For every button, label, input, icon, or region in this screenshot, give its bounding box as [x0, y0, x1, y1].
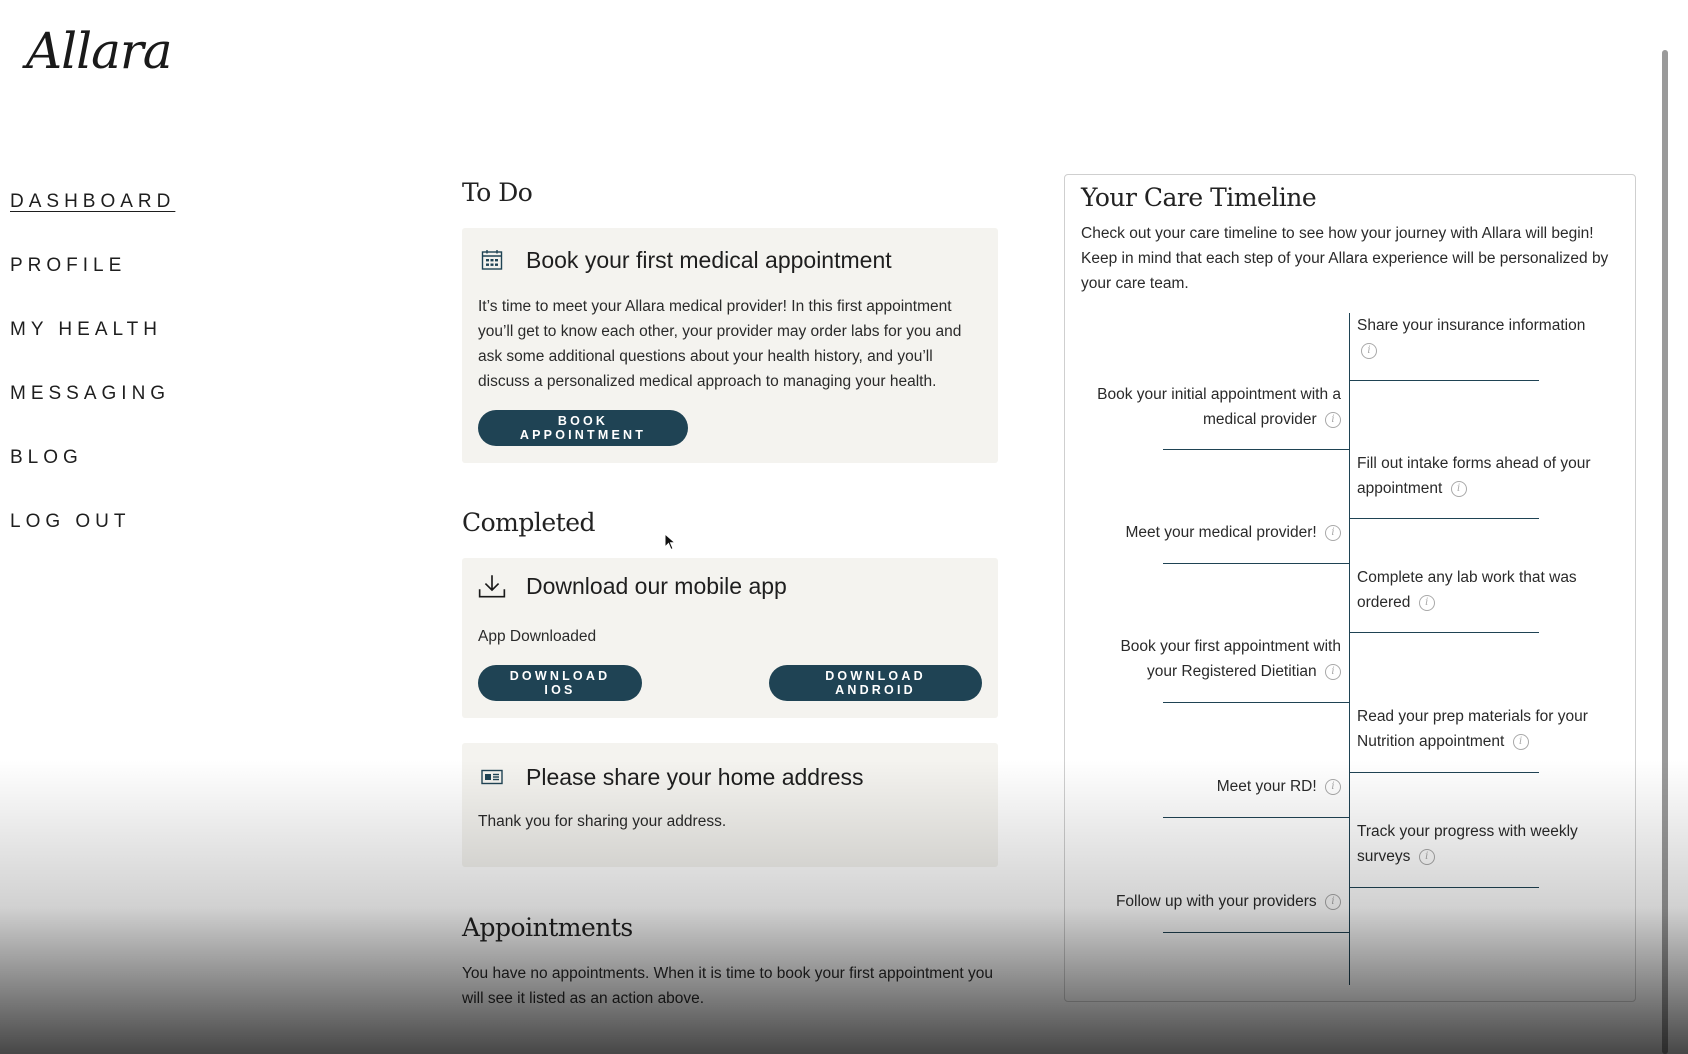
- timeline-step: Complete any lab work that was ordered i: [1357, 565, 1607, 615]
- timeline-step: Share your insurance information i: [1357, 313, 1607, 363]
- timeline-step-text: Complete any lab work that was ordered: [1357, 569, 1577, 611]
- card-title: Book your first medical appointment: [526, 246, 892, 273]
- card-description: It’s time to meet your Allara medical pr…: [478, 298, 962, 390]
- nav-item-dashboard[interactable]: DASHBOARD: [10, 190, 175, 254]
- timeline-step-text: Fill out intake forms ahead of your appo…: [1357, 455, 1591, 497]
- mobile-app-card: Download our mobile app App Downloaded D…: [462, 558, 998, 718]
- timeline-step-text: Follow up with your providers: [1115, 893, 1317, 910]
- timeline-step: Book your initial appointment with a med…: [1091, 382, 1341, 432]
- timeline-step-text: Book your first appointment with your Re…: [1120, 638, 1341, 680]
- timeline-connector: [1163, 563, 1350, 564]
- mouse-pointer-icon: [664, 532, 677, 556]
- timeline-intro: Check out your care timeline to see how …: [1081, 225, 1609, 292]
- download-icon: [478, 572, 506, 600]
- download-android-button[interactable]: DOWNLOAD ANDROID: [769, 665, 982, 701]
- info-icon[interactable]: i: [1450, 480, 1467, 497]
- info-icon[interactable]: i: [1325, 893, 1341, 910]
- allara-logo[interactable]: Allara: [26, 22, 173, 80]
- address-card-icon: [478, 763, 506, 791]
- timeline-step-text: Book your initial appointment with a med…: [1097, 386, 1341, 428]
- info-icon[interactable]: i: [1418, 848, 1435, 865]
- app-status-text: App Downloaded: [478, 628, 597, 645]
- card-title: Please share your home address: [526, 763, 864, 790]
- timeline-step-text: Read your prep materials for your Nutrit…: [1357, 708, 1588, 750]
- timeline-step: Track your progress with weekly surveys …: [1357, 819, 1607, 869]
- timeline-step-text: Meet your RD!: [1216, 778, 1317, 795]
- care-timeline-panel: Your Care Timeline Check out your care t…: [1064, 174, 1636, 1002]
- download-ios-button[interactable]: DOWNLOAD IOS: [478, 665, 642, 701]
- info-icon[interactable]: i: [1418, 594, 1435, 611]
- timeline-step: Book your first appointment with your Re…: [1091, 634, 1341, 684]
- timeline-connector: [1349, 887, 1539, 888]
- appointments-heading: Appointments: [462, 913, 633, 942]
- nav-item-profile[interactable]: PROFILE: [10, 254, 175, 318]
- appointments-empty-text: You have no appointments. When it is tim…: [462, 965, 994, 1007]
- timeline-step: Fill out intake forms ahead of your appo…: [1357, 451, 1607, 501]
- info-icon[interactable]: i: [1325, 663, 1341, 680]
- timeline-title: Your Care Timeline: [1081, 183, 1317, 212]
- info-icon[interactable]: i: [1512, 733, 1529, 750]
- book-appointment-card: Book your first medical appointment It’s…: [462, 228, 998, 463]
- card-title: Download our mobile app: [526, 572, 787, 599]
- timeline-step: Read your prep materials for your Nutrit…: [1357, 704, 1607, 754]
- timeline-step: Meet your medical provider! i: [1091, 520, 1341, 545]
- timeline-connector: [1163, 449, 1350, 450]
- nav-item-log-out[interactable]: LOG OUT: [10, 510, 175, 574]
- timeline-connector: [1163, 702, 1350, 703]
- timeline-connector: [1349, 518, 1539, 519]
- timeline-step: Follow up with your providers i: [1091, 889, 1341, 914]
- timeline-step-text: Share your insurance information: [1357, 317, 1586, 334]
- timeline-connector: [1349, 632, 1539, 633]
- address-status-text: Thank you for sharing your address.: [478, 813, 727, 830]
- book-appointment-button[interactable]: BOOK APPOINTMENT: [478, 410, 688, 446]
- timeline-step-text: Meet your medical provider!: [1125, 524, 1317, 541]
- page-scrollbar[interactable]: [1662, 50, 1668, 1054]
- timeline-axis: [1349, 313, 1350, 985]
- calendar-icon: [478, 246, 506, 274]
- info-icon[interactable]: i: [1325, 411, 1341, 428]
- info-icon[interactable]: i: [1361, 342, 1377, 359]
- timeline-connector: [1349, 772, 1539, 773]
- nav-item-blog[interactable]: BLOG: [10, 446, 175, 510]
- nav-item-messaging[interactable]: MESSAGING: [10, 382, 175, 446]
- timeline-step-text: Track your progress with weekly surveys: [1357, 823, 1578, 865]
- nav-item-my-health[interactable]: MY HEALTH: [10, 318, 175, 382]
- info-icon[interactable]: i: [1325, 524, 1341, 541]
- side-nav: DASHBOARD PROFILE MY HEALTH MESSAGING BL…: [10, 190, 175, 574]
- info-icon[interactable]: i: [1325, 778, 1341, 795]
- home-address-card: Please share your home address Thank you…: [462, 743, 998, 867]
- timeline-connector: [1163, 817, 1350, 818]
- timeline-step: Meet your RD! i: [1091, 774, 1341, 799]
- completed-heading: Completed: [462, 508, 596, 537]
- todo-heading: To Do: [462, 178, 533, 207]
- scrollbar-thumb[interactable]: [1662, 50, 1668, 1054]
- timeline-connector: [1349, 380, 1539, 381]
- timeline-connector: [1163, 932, 1350, 933]
